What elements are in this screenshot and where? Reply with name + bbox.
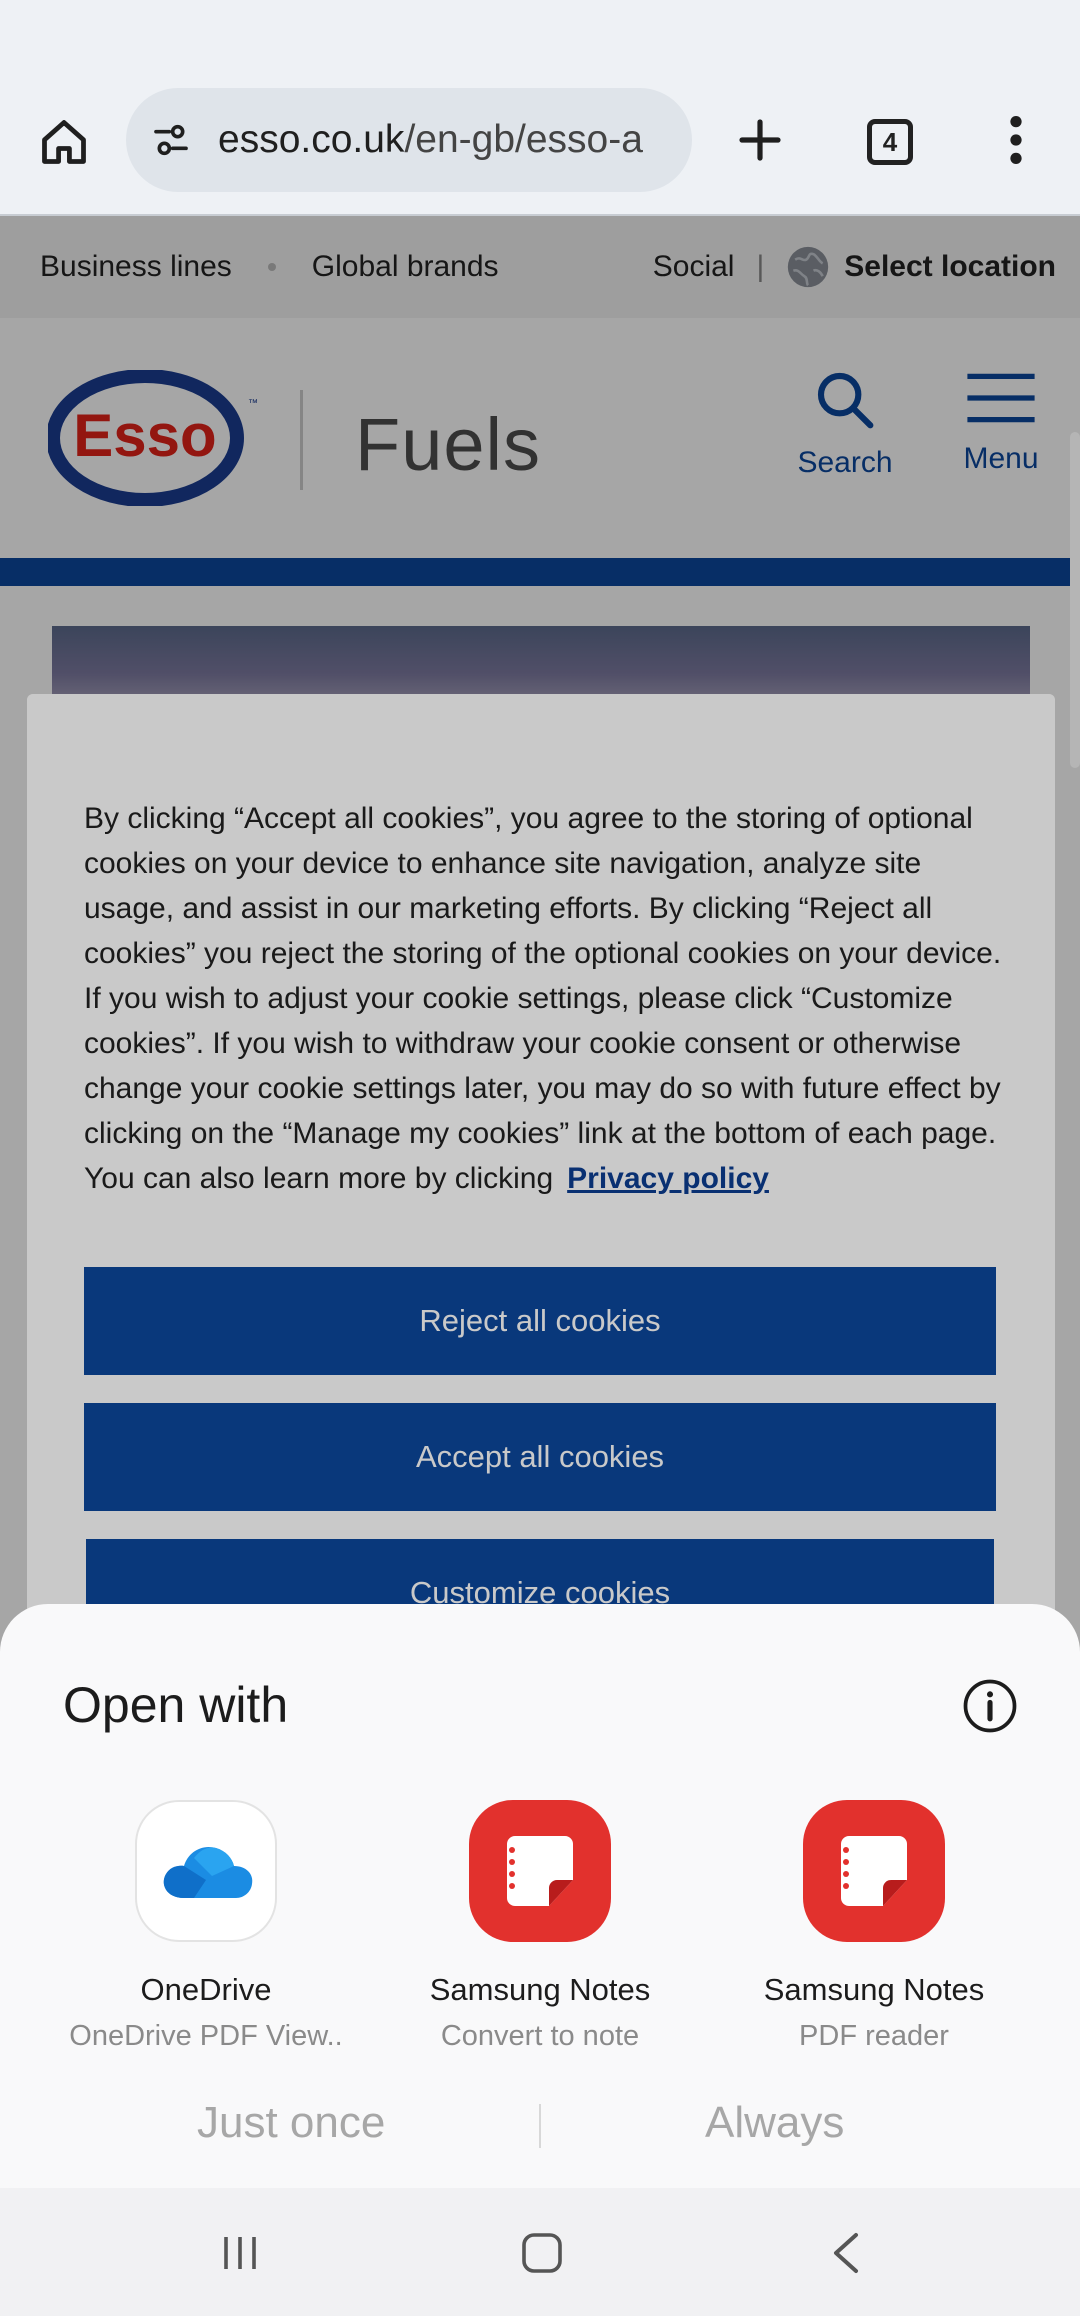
site-settings-icon[interactable] (146, 115, 196, 165)
sheet-title: Open with (63, 1677, 289, 1733)
home-button[interactable] (28, 106, 100, 178)
tab-switcher-icon: 4 (867, 119, 913, 165)
info-button[interactable] (962, 1678, 1018, 1734)
url-domain: esso.co.uk (218, 118, 405, 161)
sheet-actions: Just once Always (0, 2092, 1080, 2172)
just-once-button[interactable]: Just once (197, 2098, 385, 2148)
home-icon (42, 120, 86, 164)
samsung-notes-icon (803, 1800, 945, 1942)
more-options-icon (1010, 115, 1022, 165)
new-tab-icon (739, 119, 781, 161)
browser-toolbar: esso.co.uk/en-gb/esso-a 4 (0, 0, 1080, 216)
page-scrollbar[interactable] (1070, 432, 1080, 768)
recents-icon (224, 2237, 256, 2269)
app-subtitle: PDF reader (799, 2020, 949, 2052)
app-option-onedrive[interactable]: OneDrive OneDrive PDF View.. (46, 1800, 366, 2053)
recents-button[interactable] (200, 2216, 280, 2290)
onedrive-icon (135, 1800, 277, 1942)
samsung-notes-icon (469, 1800, 611, 1942)
app-name: Samsung Notes (763, 1972, 985, 2007)
app-option-samsung-notes-pdf[interactable]: Samsung Notes PDF reader (714, 1800, 1034, 2053)
home-nav-button[interactable] (502, 2216, 582, 2290)
tab-switcher-button[interactable]: 4 (852, 104, 928, 180)
app-subtitle: Convert to note (440, 2020, 640, 2052)
always-button[interactable]: Always (705, 2098, 844, 2148)
cookie-dim-overlay (27, 694, 1055, 1694)
back-icon (834, 2233, 858, 2273)
more-options-button[interactable] (980, 104, 1052, 176)
url-text: esso.co.uk/en-gb/esso-a (218, 118, 643, 162)
app-option-samsung-notes-convert[interactable]: Samsung Notes Convert to note (380, 1800, 700, 2053)
tab-count: 4 (882, 126, 898, 157)
home-nav-icon (522, 2233, 562, 2273)
info-icon (963, 1679, 1017, 1733)
app-subtitle: OneDrive PDF View.. (69, 2020, 343, 2052)
back-button[interactable] (806, 2216, 886, 2290)
new-tab-button[interactable] (724, 104, 796, 176)
actions-divider (539, 2104, 541, 2148)
url-path: /en-gb/esso-a (404, 118, 643, 161)
open-with-sheet: Open with OneDrive OneDrive PDF View.. S… (0, 1604, 1080, 2192)
app-name: Samsung Notes (429, 1972, 651, 2007)
app-name: OneDrive (140, 1972, 272, 2007)
address-bar[interactable]: esso.co.uk/en-gb/esso-a (126, 88, 692, 192)
system-navigation-bar (0, 2188, 1080, 2316)
